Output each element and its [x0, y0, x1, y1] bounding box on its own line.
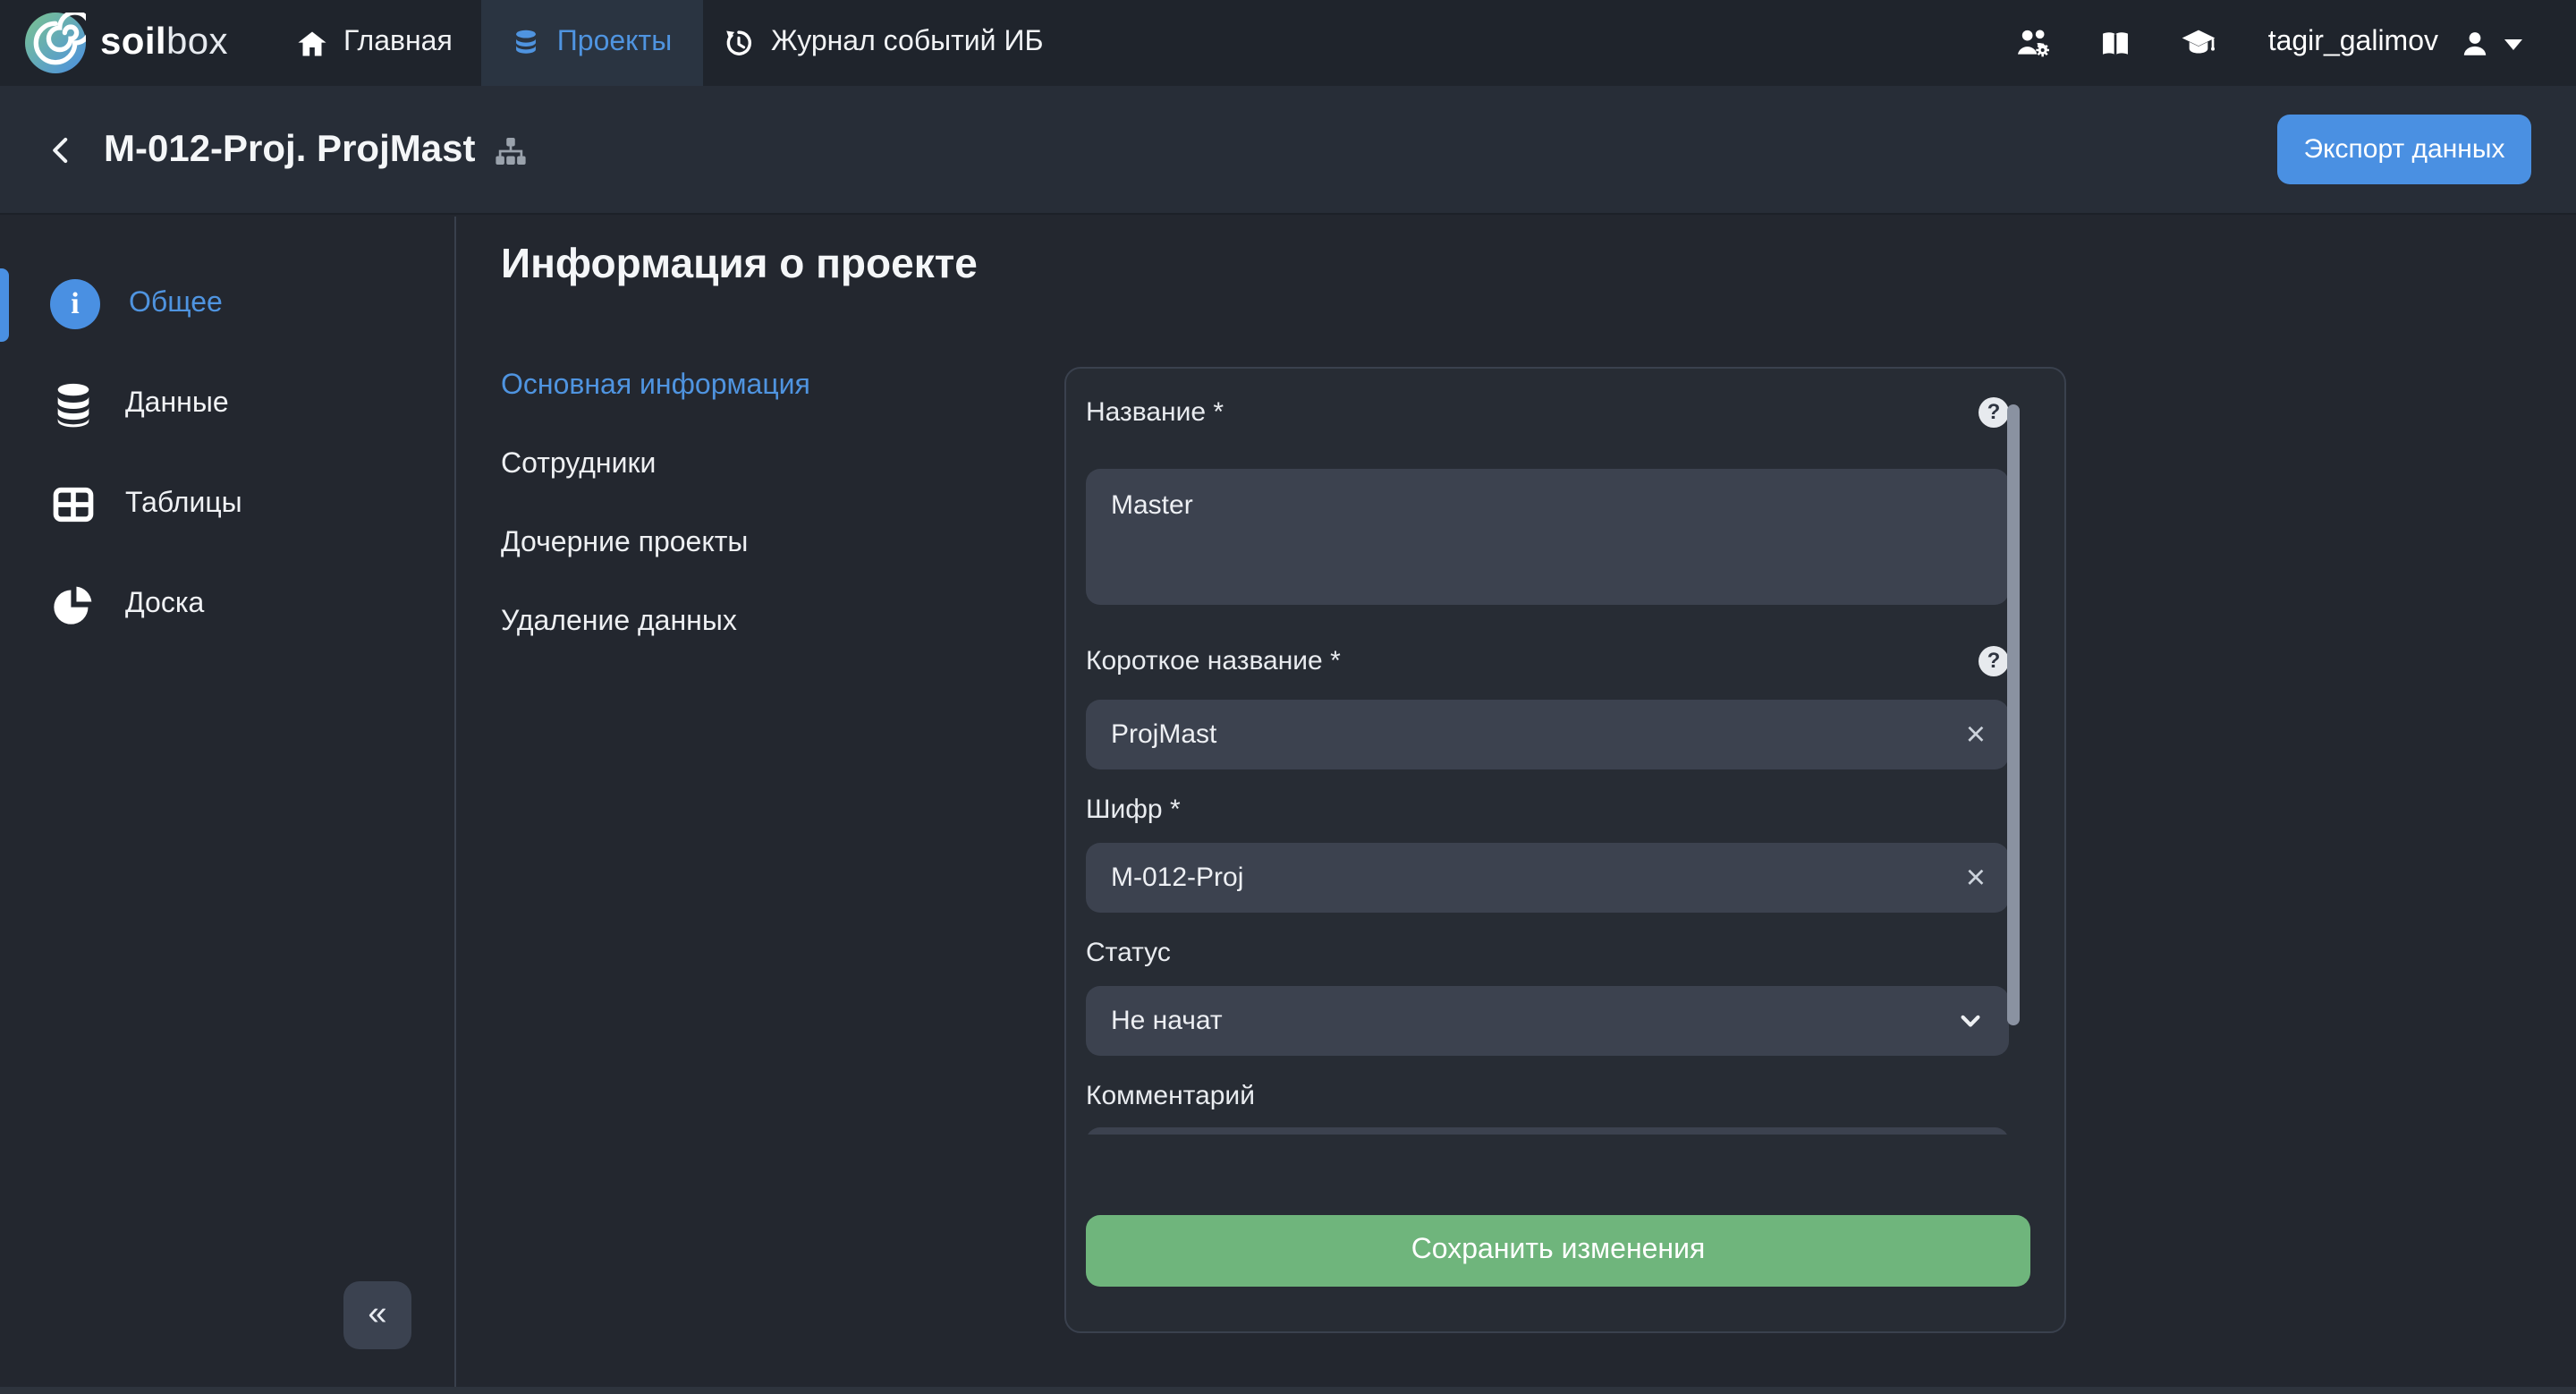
user-icon[interactable] [2460, 28, 2490, 58]
sidebar-item-board[interactable]: Доска [0, 569, 454, 641]
export-data-button[interactable]: Экспорт данных [2277, 115, 2531, 184]
subnav-item-basic-info[interactable]: Основная информация [501, 369, 810, 404]
database-icon [50, 381, 97, 428]
nav-right-cluster: tagir_galimov [2014, 0, 2522, 86]
users-gear-icon[interactable] [2014, 25, 2052, 61]
title-wrap: M-012-Proj. ProjMast [104, 86, 527, 215]
subnav-item-employees[interactable]: Сотрудники [501, 447, 810, 483]
short-name-field: × [1086, 700, 2009, 769]
bottom-edge-strip [0, 1387, 2576, 1394]
name-label-row: Название * ? [1086, 394, 2009, 429]
info-circle-icon: i [50, 279, 100, 329]
app-root: soilbox Главная Проекты [0, 0, 2576, 1394]
brand-logo[interactable]: soilbox [25, 0, 228, 86]
clear-x-icon[interactable]: × [1966, 861, 1986, 895]
save-changes-button[interactable]: Сохранить изменения [1086, 1215, 2030, 1287]
nav-tab-event-log[interactable]: Журнал событий ИБ [723, 0, 1043, 86]
book-icon[interactable] [2098, 26, 2132, 60]
subnav-item-data-deletion[interactable]: Удаление данных [501, 605, 810, 641]
subnav: Основная информация Сотрудники Дочерние … [501, 369, 810, 641]
history-icon [723, 27, 755, 59]
nav-tab-projects[interactable]: Проекты [481, 0, 703, 86]
nav-tab-label: Главная [343, 27, 453, 59]
sidebar-item-label: Таблицы [125, 489, 242, 521]
sidebar-item-tables[interactable]: Таблицы [0, 469, 454, 540]
sidebar: i Общее Данные Таблицы [0, 217, 456, 1394]
table-icon [50, 481, 97, 528]
chart-pie-icon [50, 582, 97, 628]
spiral-logo-icon [25, 13, 86, 73]
status-selected-value: Не начат [1111, 1006, 1223, 1036]
nav-tab-label: Проекты [557, 27, 672, 59]
sidebar-collapse-button[interactable]: « [343, 1281, 411, 1349]
chevron-down-icon [1957, 1007, 1984, 1034]
form-scrollbar-thumb[interactable] [2007, 404, 2020, 1025]
brand-name: soilbox [100, 21, 228, 64]
comment-label-row: Комментарий [1086, 1077, 2009, 1113]
code-label: Шифр * [1086, 794, 1181, 824]
status-label-row: Статус [1086, 934, 2009, 970]
name-label: Название * [1086, 396, 1224, 427]
code-input[interactable] [1086, 843, 2009, 913]
sidebar-item-label: Общее [129, 288, 223, 320]
status-label: Статус [1086, 937, 1171, 967]
page-title: M-012-Proj. ProjMast [104, 129, 475, 172]
sidebar-item-label: Доска [125, 589, 204, 621]
caret-down-icon[interactable] [2504, 38, 2522, 58]
collapse-double-chevron-icon: « [368, 1296, 386, 1335]
short-name-label: Короткое название * [1086, 645, 1341, 676]
title-bar: M-012-Proj. ProjMast Экспорт данных [0, 86, 2576, 215]
name-textarea[interactable]: Master [1086, 469, 2009, 605]
section-heading: Информация о проекте [501, 240, 978, 288]
nav-tab-label: Журнал событий ИБ [771, 27, 1043, 59]
form-scroll-area: Название * ? Master Короткое название * … [1086, 394, 2009, 1135]
sidebar-item-data[interactable]: Данные [0, 369, 454, 440]
nav-tab-home[interactable]: Главная [297, 0, 453, 86]
home-icon [297, 28, 327, 58]
code-label-row: Шифр * [1086, 791, 2009, 827]
status-select[interactable]: Не начат [1086, 986, 2009, 1056]
username-label[interactable]: tagir_galimov [2268, 27, 2438, 59]
project-info-card: Название * ? Master Короткое название * … [1064, 367, 2066, 1333]
comment-textarea[interactable] [1086, 1127, 2009, 1135]
question-help-icon[interactable]: ? [1979, 645, 2009, 676]
short-name-label-row: Короткое название * ? [1086, 642, 2009, 678]
clear-x-icon[interactable]: × [1966, 718, 1986, 752]
database-icon [513, 29, 541, 57]
back-button[interactable] [47, 86, 77, 215]
top-nav: soilbox Главная Проекты [0, 0, 2576, 86]
sidebar-item-label: Данные [125, 388, 229, 421]
chevron-left-icon [47, 131, 77, 170]
sidebar-item-general[interactable]: i Общее [0, 268, 454, 340]
question-help-icon[interactable]: ? [1979, 396, 2009, 427]
code-field: × [1086, 843, 2009, 913]
comment-label: Комментарий [1086, 1080, 1255, 1110]
subnav-item-child-projects[interactable]: Дочерние проекты [501, 526, 810, 562]
short-name-input[interactable] [1086, 700, 2009, 769]
sitemap-icon[interactable] [493, 133, 527, 167]
graduation-cap-icon[interactable] [2179, 25, 2218, 61]
